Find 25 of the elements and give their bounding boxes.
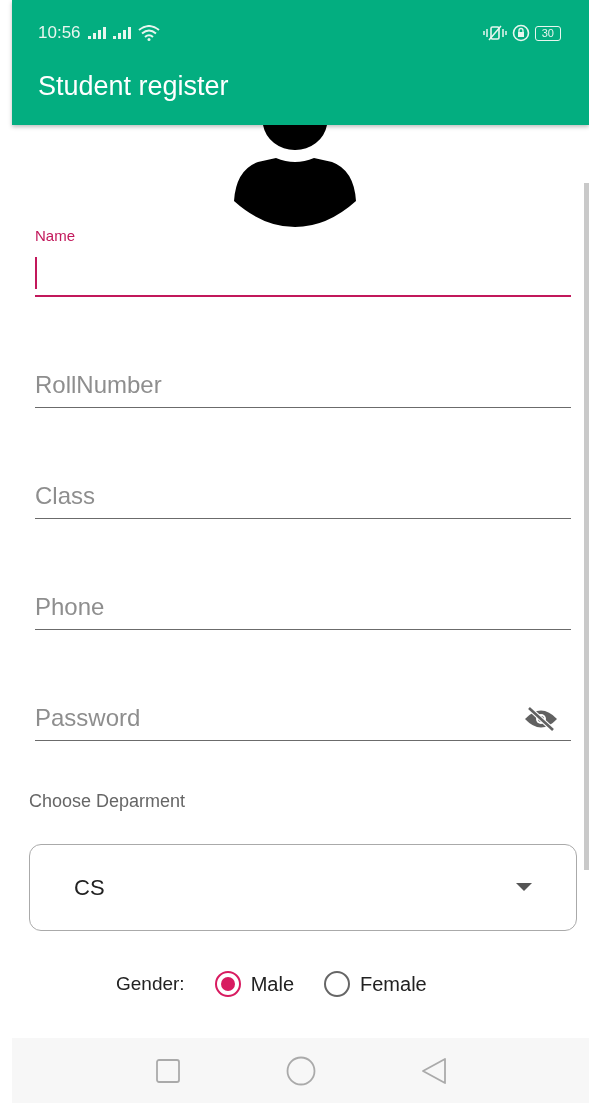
rotation-lock-icon — [511, 24, 530, 42]
radio-label: Female — [360, 972, 427, 996]
gender-label: Gender: — [116, 973, 185, 995]
dropdown-caret-icon — [516, 883, 532, 892]
input-field[interactable]: Phone — [35, 580, 571, 630]
wifi-icon — [137, 25, 160, 41]
radio-label: Male — [250, 972, 294, 996]
vibrate-icon — [482, 25, 507, 41]
scrollbar[interactable] — [584, 183, 589, 870]
department-dropdown[interactable]: CS — [29, 844, 577, 931]
signal-icon — [112, 27, 133, 39]
input-field[interactable]: RollNumber — [35, 358, 571, 408]
input-field[interactable]: Password — [35, 691, 571, 741]
radio-button[interactable] — [324, 971, 350, 997]
signal-icon — [87, 27, 108, 39]
department-label: Choose Deparment — [29, 790, 187, 813]
radio-button[interactable] — [214, 971, 241, 997]
field-label: Name — [35, 227, 75, 244]
avatar-icon — [231, 125, 358, 227]
battery-indicator: 30 — [534, 25, 561, 41]
app-title: Student register — [38, 70, 230, 103]
text-cursor — [35, 257, 37, 289]
input-field[interactable]: Class — [35, 469, 571, 519]
eye-off-icon[interactable] — [523, 706, 559, 732]
status-time: 10:56 — [38, 23, 81, 43]
